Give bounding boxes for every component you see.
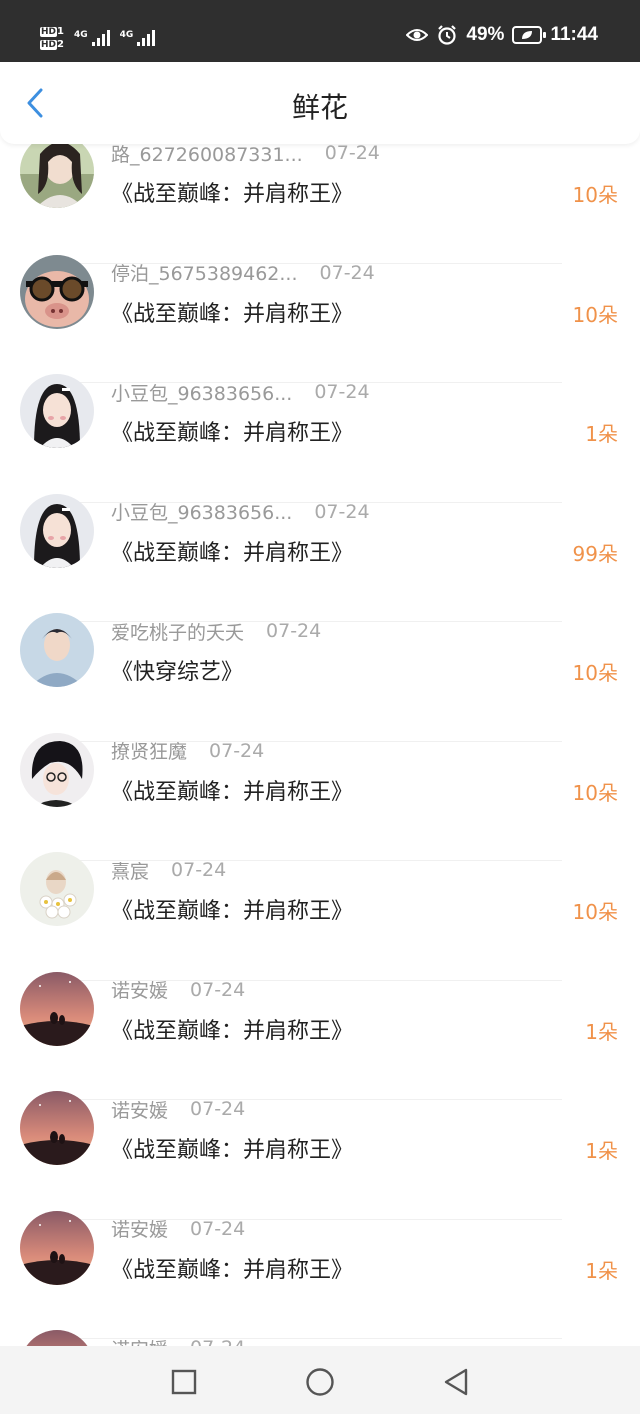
flower-count: 1朵 [585, 1019, 618, 1044]
gift-date: 07-24 [314, 381, 370, 403]
user-name[interactable]: 小豆包_96383656... [111, 379, 292, 406]
book-title[interactable]: 《战至巅峰：并肩称王》 [111, 1132, 353, 1164]
avatar[interactable] [20, 971, 94, 1046]
list-item[interactable]: 停泊_5675389462... 07-24 《战至巅峰：并肩称王》 10朵 [0, 254, 640, 383]
hd1-badge: HD1 [40, 25, 64, 37]
avatar[interactable] [20, 144, 94, 208]
user-name[interactable]: 停泊_5675389462... [111, 259, 298, 286]
list-item[interactable]: 诺安媛 07-24 《战至巅峰：并肩称王》 1朵 [0, 971, 640, 1100]
gift-date: 07-24 [190, 1098, 246, 1120]
recents-button[interactable] [166, 1364, 202, 1400]
page-title: 鲜花 [291, 91, 348, 124]
user-name[interactable]: 诺安媛 [111, 1335, 168, 1347]
avatar[interactable] [20, 374, 94, 448]
user-name[interactable]: 熹宸 [111, 857, 149, 884]
book-title[interactable]: 《战至巅峰：并肩称王》 [111, 1013, 353, 1045]
avatar[interactable] [20, 613, 94, 687]
user-name[interactable]: 诺安媛 [111, 976, 168, 1003]
home-button[interactable] [302, 1364, 338, 1400]
list-item[interactable]: 撩贤狂魔 07-24 《战至巅峰：并肩称王》 10朵 [0, 732, 640, 861]
book-title[interactable]: 《战至巅峰：并肩称王》 [111, 296, 353, 328]
user-name[interactable]: 爱吃桃子的夭夭 [111, 618, 244, 645]
gift-date: 07-24 [209, 739, 265, 762]
gift-date: 07-24 [266, 620, 322, 642]
gift-date: 07-24 [319, 261, 375, 284]
gift-date: 07-24 [324, 144, 380, 164]
gift-date: 07-24 [171, 859, 227, 881]
list-item[interactable]: 小豆包_96383656... 07-24 《战至巅峰：并肩称王》 1朵 [0, 374, 640, 503]
list-item[interactable]: 路_627260087331... 07-24 《战至巅峰：并肩称王》 10朵 [0, 144, 640, 264]
user-name[interactable]: 诺安媛 [111, 1215, 168, 1242]
flower-count: 10朵 [572, 661, 618, 685]
hd-badges: HD1 HD2 [40, 25, 64, 50]
flower-list[interactable]: 路_627260087331... 07-24 《战至巅峰：并肩称王》 10朵 停… [0, 144, 640, 1346]
eye-icon [406, 24, 429, 46]
list-item[interactable]: 诺安媛 07-24 [0, 1330, 640, 1346]
book-title[interactable]: 《战至巅峰：并肩称王》 [111, 535, 353, 567]
gift-date: 07-24 [190, 1217, 246, 1240]
user-name[interactable]: 撩贤狂魔 [111, 737, 187, 764]
book-title[interactable]: 《战至巅峰：并肩称王》 [111, 1252, 353, 1284]
flower-count: 10朵 [572, 183, 618, 207]
clock-time: 11:44 [550, 24, 598, 45]
flower-count: 99朵 [572, 541, 618, 566]
gift-date: 07-24 [314, 500, 370, 523]
list-item[interactable]: 爱吃桃子的夭夭 07-24 《快穿综艺》 10朵 [0, 613, 640, 742]
flower-count: 1朵 [585, 1258, 618, 1283]
avatar[interactable] [20, 1091, 94, 1165]
avatar[interactable] [20, 493, 94, 568]
avatar[interactable] [20, 1210, 94, 1285]
signal-2-icon: 4G [120, 30, 156, 46]
flower-count: 1朵 [585, 422, 618, 446]
status-right: 49% 11:44 [406, 24, 598, 46]
square-icon [171, 1369, 197, 1395]
alarm-icon [436, 24, 458, 46]
nav-back-button[interactable] [438, 1364, 474, 1400]
user-name[interactable]: 路_627260087331... [111, 144, 303, 167]
hd2-badge: HD2 [40, 38, 64, 50]
book-title[interactable]: 《战至巅峰：并肩称王》 [111, 415, 353, 447]
flower-count: 10朵 [572, 780, 618, 805]
gift-date: 07-24 [190, 978, 246, 1001]
triangle-back-icon [444, 1368, 468, 1396]
book-title[interactable]: 《战至巅峰：并肩称王》 [111, 774, 353, 806]
flower-count: 10朵 [572, 302, 618, 327]
user-name[interactable]: 小豆包_96383656... [111, 498, 292, 525]
signal-1-icon: 4G [74, 30, 110, 46]
list-item[interactable]: 小豆包_96383656... 07-24 《战至巅峰：并肩称王》 99朵 [0, 493, 640, 622]
book-title[interactable]: 《战至巅峰：并肩称王》 [111, 893, 353, 925]
signal-indicators: HD1 HD2 4G 4G [40, 20, 156, 56]
avatar[interactable] [20, 254, 94, 329]
status-bar: HD1 HD2 4G 4G 49% 11:44 [0, 0, 640, 62]
app-header: 鲜花 [0, 62, 640, 144]
flower-count: 1朵 [585, 1139, 618, 1163]
flower-count: 10朵 [572, 900, 618, 924]
avatar[interactable] [20, 732, 94, 807]
list-item[interactable]: 诺安媛 07-24 《战至巅峰：并肩称王》 1朵 [0, 1210, 640, 1339]
book-title[interactable]: 《战至巅峰：并肩称王》 [111, 176, 353, 208]
circle-icon [306, 1368, 334, 1396]
battery-icon [512, 26, 547, 44]
system-nav-bar [0, 1346, 640, 1414]
list-item[interactable]: 诺安媛 07-24 《战至巅峰：并肩称王》 1朵 [0, 1091, 640, 1220]
avatar[interactable] [20, 852, 94, 926]
book-title[interactable]: 《快穿综艺》 [111, 654, 243, 686]
battery-percent: 49% [466, 24, 505, 45]
user-name[interactable]: 诺安媛 [111, 1096, 168, 1123]
list-item[interactable]: 熹宸 07-24 《战至巅峰：并肩称王》 10朵 [0, 852, 640, 981]
gift-date: 07-24 [190, 1337, 245, 1346]
